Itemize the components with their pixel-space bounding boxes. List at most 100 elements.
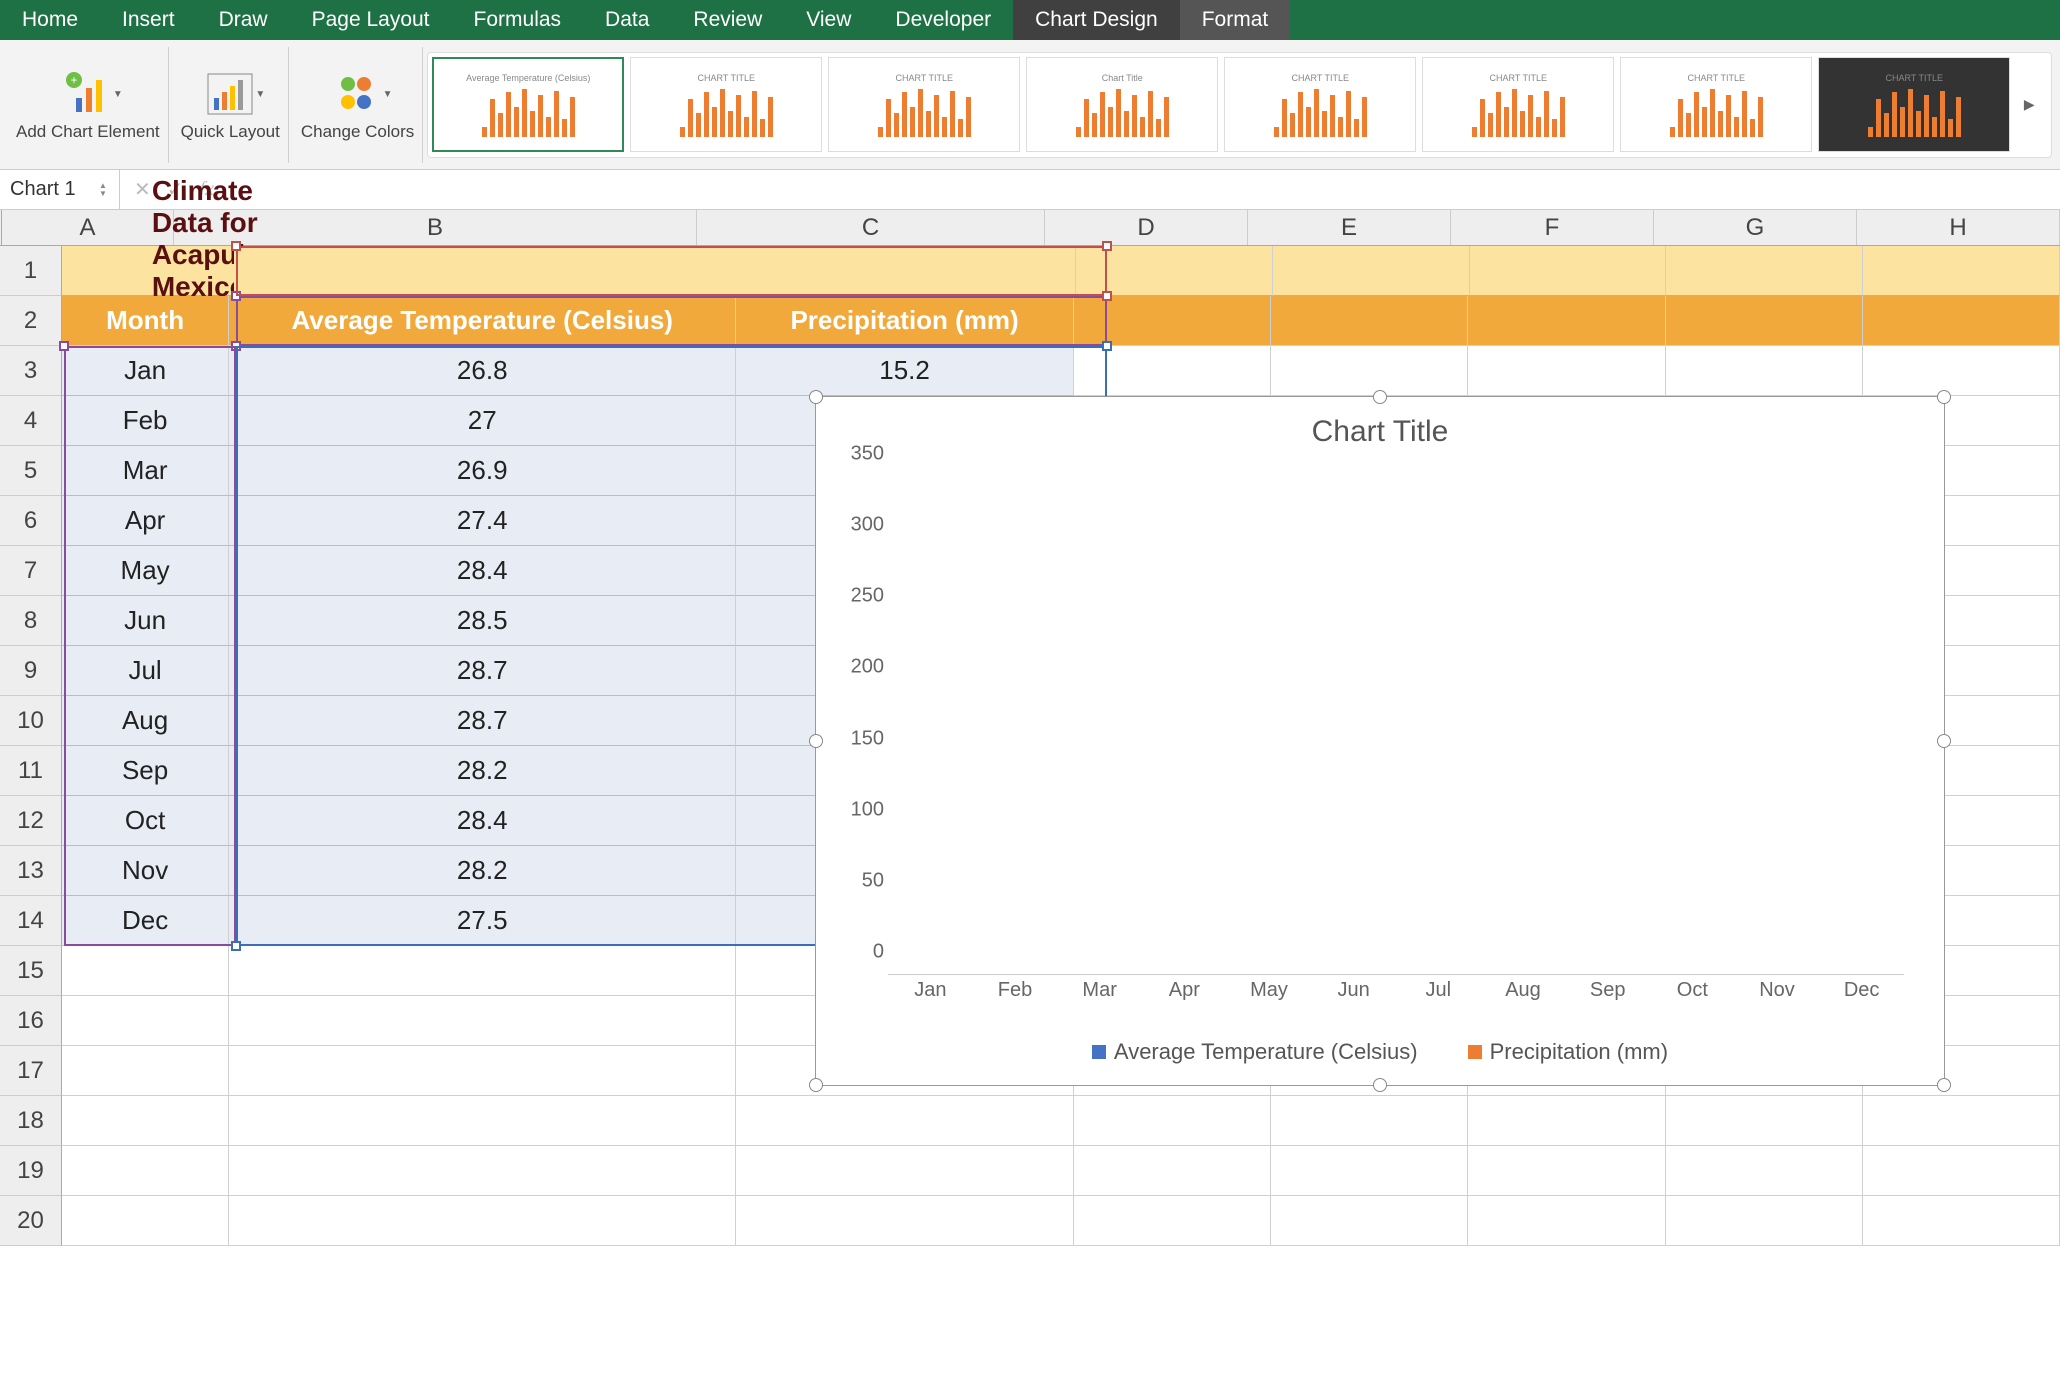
row-header-17[interactable]: 17 (0, 1046, 62, 1096)
ribbon-tab-home[interactable]: Home (0, 0, 100, 40)
row-header-18[interactable]: 18 (0, 1096, 62, 1146)
cell-E1[interactable] (1273, 246, 1470, 296)
cell-C20[interactable] (736, 1196, 1074, 1246)
ribbon-tab-page-layout[interactable]: Page Layout (290, 0, 452, 40)
cell-A3[interactable]: Jan (62, 346, 229, 396)
chart-title[interactable]: Chart Title (816, 415, 1944, 449)
ribbon-tab-format[interactable]: Format (1180, 0, 1291, 40)
legend-item-precip[interactable]: Precipitation (mm) (1468, 1039, 1668, 1065)
cell-A13[interactable]: Nov (62, 846, 229, 896)
cell-D18[interactable] (1074, 1096, 1271, 1146)
ribbon-tab-view[interactable]: View (784, 0, 873, 40)
chart-legend[interactable]: Average Temperature (Celsius) Precipitat… (816, 1039, 1944, 1065)
column-header-F[interactable]: F (1451, 210, 1654, 245)
cell-B17[interactable] (229, 1046, 736, 1096)
chart-style-thumb-2[interactable]: CHART TITLE (630, 57, 822, 152)
cell-F2[interactable] (1468, 296, 1665, 346)
column-header-C[interactable]: C (697, 210, 1045, 245)
cell-A12[interactable]: Oct (62, 796, 229, 846)
cell-B9[interactable]: 28.7 (229, 646, 736, 696)
cell-A19[interactable] (62, 1146, 229, 1196)
cell-H18[interactable] (1863, 1096, 2060, 1146)
cell-F19[interactable] (1468, 1146, 1665, 1196)
column-header-E[interactable]: E (1248, 210, 1451, 245)
chart-style-thumb-4[interactable]: Chart Title (1026, 57, 1218, 152)
cell-D2[interactable] (1074, 296, 1271, 346)
ribbon-tab-review[interactable]: Review (671, 0, 784, 40)
cell-A17[interactable] (62, 1046, 229, 1096)
cell-B18[interactable] (229, 1096, 736, 1146)
row-header-19[interactable]: 19 (0, 1146, 62, 1196)
cell-B4[interactable]: 27 (229, 396, 736, 446)
chart-style-thumb-6[interactable]: CHART TITLE (1422, 57, 1614, 152)
column-header-G[interactable]: G (1654, 210, 1857, 245)
cell-H3[interactable] (1863, 346, 2060, 396)
cell-A15[interactable] (62, 946, 229, 996)
embedded-chart[interactable]: Chart Title 050100150200250300350 JanFeb… (815, 396, 1945, 1086)
cell-B3[interactable]: 26.8 (229, 346, 736, 396)
cell-H2[interactable] (1863, 296, 2060, 346)
row-header-8[interactable]: 8 (0, 596, 62, 646)
cell-B7[interactable]: 28.4 (229, 546, 736, 596)
ribbon-tab-data[interactable]: Data (583, 0, 671, 40)
cell-B19[interactable] (229, 1146, 736, 1196)
ribbon-tab-chart-design[interactable]: Chart Design (1013, 0, 1180, 40)
chart-style-thumb-5[interactable]: CHART TITLE (1224, 57, 1416, 152)
cell-B12[interactable]: 28.4 (229, 796, 736, 846)
cell-E2[interactable] (1271, 296, 1468, 346)
cell-A11[interactable]: Sep (62, 746, 229, 796)
cell-D19[interactable] (1074, 1146, 1271, 1196)
cell-F20[interactable] (1468, 1196, 1665, 1246)
cell-A14[interactable]: Dec (62, 896, 229, 946)
cell-B8[interactable]: 28.5 (229, 596, 736, 646)
chart-plot-area[interactable]: 050100150200250300350 JanFebMarAprMayJun… (888, 477, 1904, 975)
row-header-4[interactable]: 4 (0, 396, 62, 446)
cell-C3[interactable]: 15.2 (736, 346, 1074, 396)
quick-layout-button[interactable]: ▼ Quick Layout (173, 47, 289, 163)
ribbon-tab-formulas[interactable]: Formulas (452, 0, 584, 40)
cell-G2[interactable] (1666, 296, 1863, 346)
cell-B15[interactable] (229, 946, 736, 996)
cell-B2[interactable]: Average Temperature (Celsius) (229, 296, 736, 346)
cell-A5[interactable]: Mar (62, 446, 229, 496)
cell-G1[interactable] (1666, 246, 1863, 296)
cell-D3[interactable] (1074, 346, 1271, 396)
cell-E20[interactable] (1271, 1196, 1468, 1246)
cell-B20[interactable] (229, 1196, 736, 1246)
row-header-11[interactable]: 11 (0, 746, 62, 796)
change-colors-button[interactable]: ▼ Change Colors (293, 47, 423, 163)
cell-G20[interactable] (1666, 1196, 1863, 1246)
chart-style-thumb-7[interactable]: CHART TITLE (1620, 57, 1812, 152)
column-header-H[interactable]: H (1857, 210, 2060, 245)
cell-B13[interactable]: 28.2 (229, 846, 736, 896)
cell-D20[interactable] (1074, 1196, 1271, 1246)
cell-F1[interactable] (1470, 246, 1667, 296)
ribbon-tab-insert[interactable]: Insert (100, 0, 197, 40)
name-box[interactable]: Chart 1 ▲▼ (0, 170, 120, 209)
cell-B10[interactable]: 28.7 (229, 696, 736, 746)
cell-A1[interactable]: Climate Data for Acapulco Mexico (1951-2… (62, 246, 234, 296)
cell-E19[interactable] (1271, 1146, 1468, 1196)
cancel-icon[interactable]: ✕ (134, 177, 151, 202)
spreadsheet-grid[interactable]: ABCDEFGH 1Climate Data for Acapulco Mexi… (0, 210, 2060, 1246)
legend-item-temp[interactable]: Average Temperature (Celsius) (1092, 1039, 1418, 1065)
formula-input[interactable] (228, 170, 2060, 209)
cell-A7[interactable]: May (62, 546, 229, 596)
ribbon-tab-developer[interactable]: Developer (873, 0, 1013, 40)
row-header-15[interactable]: 15 (0, 946, 62, 996)
cell-A2[interactable]: Month (62, 296, 229, 346)
cell-D1[interactable] (1076, 246, 1273, 296)
row-header-16[interactable]: 16 (0, 996, 62, 1046)
cell-A18[interactable] (62, 1096, 229, 1146)
cell-B11[interactable]: 28.2 (229, 746, 736, 796)
cell-A4[interactable]: Feb (62, 396, 229, 446)
cell-H1[interactable] (1863, 246, 2060, 296)
cell-C19[interactable] (736, 1146, 1074, 1196)
cell-B16[interactable] (229, 996, 736, 1046)
cell-A16[interactable] (62, 996, 229, 1046)
row-header-10[interactable]: 10 (0, 696, 62, 746)
cell-E18[interactable] (1271, 1096, 1468, 1146)
row-header-7[interactable]: 7 (0, 546, 62, 596)
chart-style-thumb-3[interactable]: CHART TITLE (828, 57, 1020, 152)
chart-style-thumb-8[interactable]: CHART TITLE (1818, 57, 2010, 152)
